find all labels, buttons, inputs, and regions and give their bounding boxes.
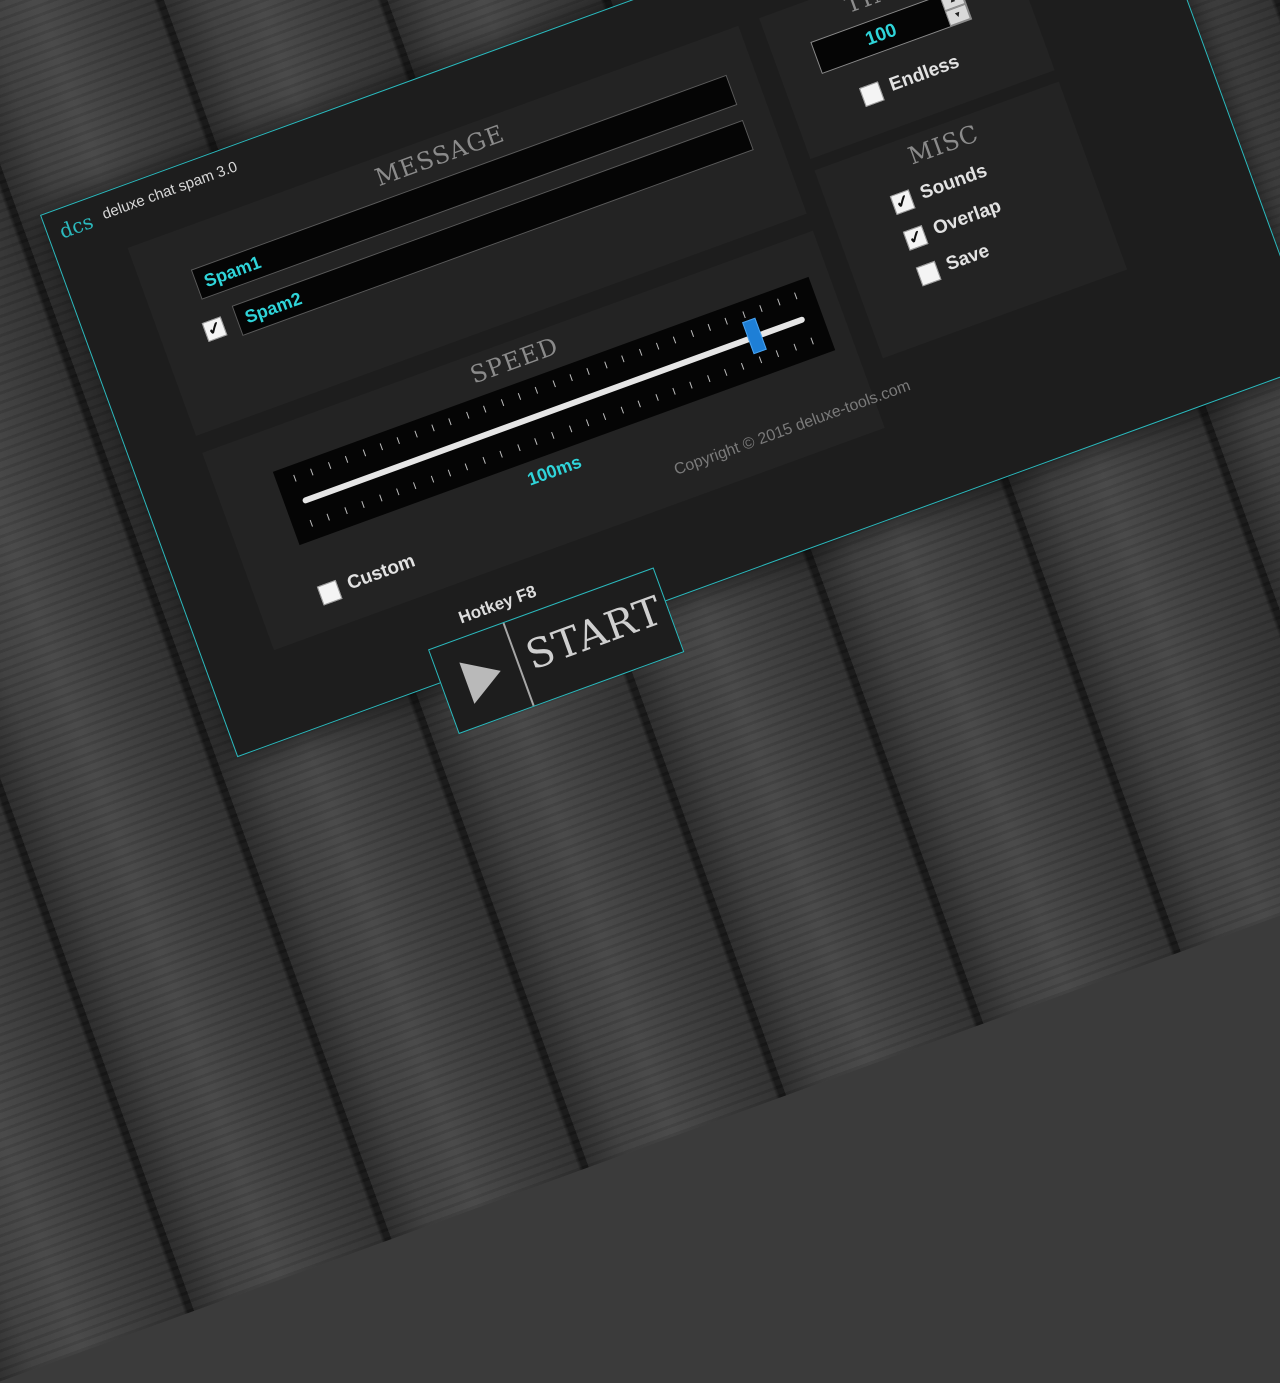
slider-tick <box>604 361 608 369</box>
slider-tick <box>586 367 591 375</box>
endless-label: Endless <box>886 51 963 96</box>
custom-checkbox[interactable] <box>316 579 343 606</box>
slider-tick <box>465 463 469 471</box>
slider-tick <box>483 405 487 413</box>
slider-tick <box>707 323 711 331</box>
slider-tick <box>706 375 711 383</box>
sounds-checkbox[interactable]: ✓ <box>889 189 916 216</box>
slider-tick <box>742 311 746 319</box>
slider-tick <box>413 482 417 490</box>
slider-tick <box>585 419 590 427</box>
slider-tick <box>637 400 642 408</box>
slider-tick <box>327 462 332 470</box>
slider-tick <box>810 337 814 345</box>
slider-tick <box>310 468 314 476</box>
custom-label: Custom <box>344 550 418 595</box>
slider-tick <box>378 494 383 502</box>
save-label: Save <box>943 240 993 276</box>
slider-tick <box>620 406 624 414</box>
slider-tick <box>655 342 660 350</box>
slider-tick <box>534 386 539 394</box>
slider-tick <box>568 425 572 433</box>
app-logo: dcs <box>55 209 97 244</box>
slider-tick <box>741 362 745 370</box>
slider-tick <box>395 488 400 496</box>
slider-tick <box>569 374 573 382</box>
slider-tick <box>673 336 677 344</box>
sounds-label: Sounds <box>917 160 990 204</box>
slider-tick <box>448 418 452 426</box>
slider-tick <box>603 413 607 420</box>
slider-tick <box>638 349 642 356</box>
slider-tick <box>361 500 365 508</box>
endless-checkbox[interactable] <box>859 81 885 108</box>
slider-tick <box>759 305 763 312</box>
slider-tick <box>345 455 349 463</box>
slider-tick <box>534 438 538 446</box>
slider-tick <box>724 317 729 325</box>
slider-tick <box>793 292 798 300</box>
slider-tick <box>344 507 348 515</box>
slider-tick <box>500 399 504 407</box>
slider-tick <box>552 380 556 388</box>
slider-tick <box>379 443 383 451</box>
slider-tick <box>690 330 694 338</box>
slider-tick <box>517 393 522 400</box>
overlap-checkbox[interactable]: ✓ <box>902 225 929 251</box>
slider-tick <box>447 469 452 477</box>
slider-tick <box>793 343 797 351</box>
slider-tick <box>293 474 297 482</box>
play-icon <box>459 650 509 704</box>
slider-tick <box>621 355 625 363</box>
slider-tick <box>326 513 331 521</box>
slider-tick <box>689 381 693 389</box>
slider-tick <box>396 437 401 444</box>
slider-tick <box>776 298 781 306</box>
slider-tick <box>414 430 418 438</box>
slider-tick <box>465 411 470 419</box>
slider-tick <box>362 449 366 457</box>
slider-tick <box>499 450 503 458</box>
message-2-checkbox[interactable]: ✓ <box>201 316 228 342</box>
slider-tick <box>482 456 486 464</box>
slider-tick <box>775 350 780 358</box>
slider-tick <box>672 387 676 395</box>
slider-tick <box>516 444 521 452</box>
slider-tick <box>431 424 435 432</box>
slider-tick <box>724 369 728 376</box>
save-checkbox[interactable] <box>915 260 942 287</box>
slider-tick <box>551 431 555 439</box>
slider-tick <box>758 356 762 364</box>
slider-tick <box>430 475 434 483</box>
slider-tick <box>654 394 659 402</box>
overlap-label: Overlap <box>930 195 1005 240</box>
slider-tick <box>309 519 313 527</box>
